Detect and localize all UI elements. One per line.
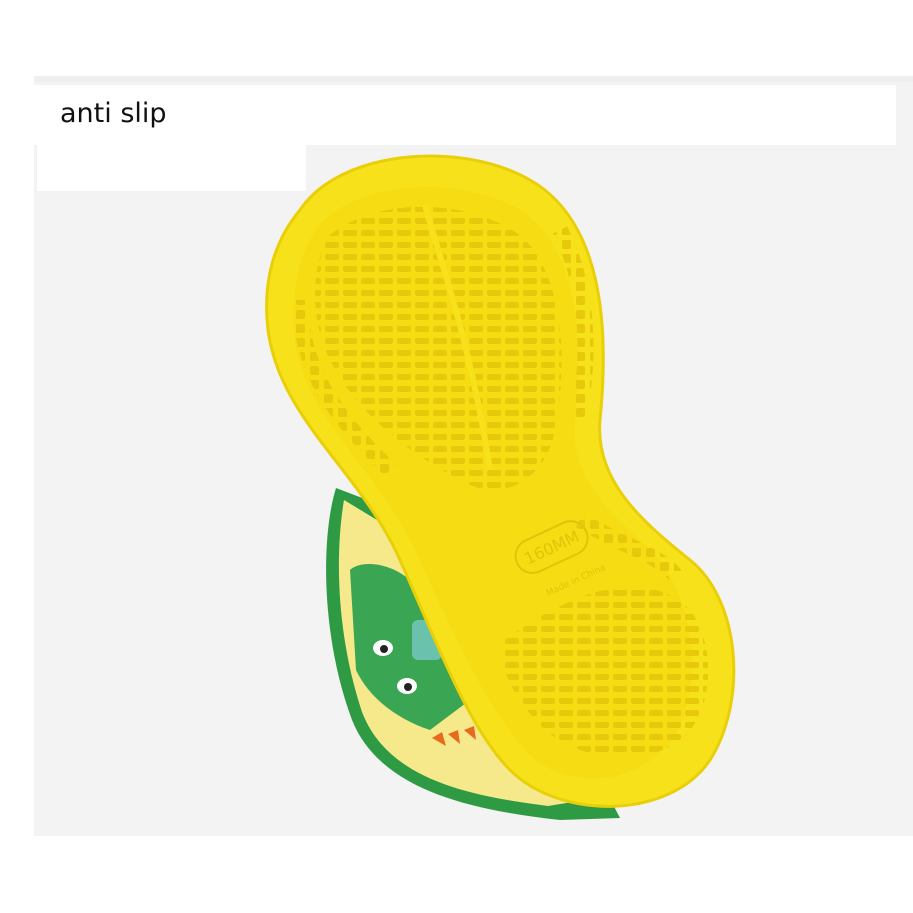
- boot-sole: 160MM Made in China: [265, 154, 736, 808]
- caption-banner-extension: [37, 145, 306, 191]
- product-image-page: 160MM Made in China anti slip: [0, 0, 913, 913]
- caption-text: anti slip: [60, 98, 167, 129]
